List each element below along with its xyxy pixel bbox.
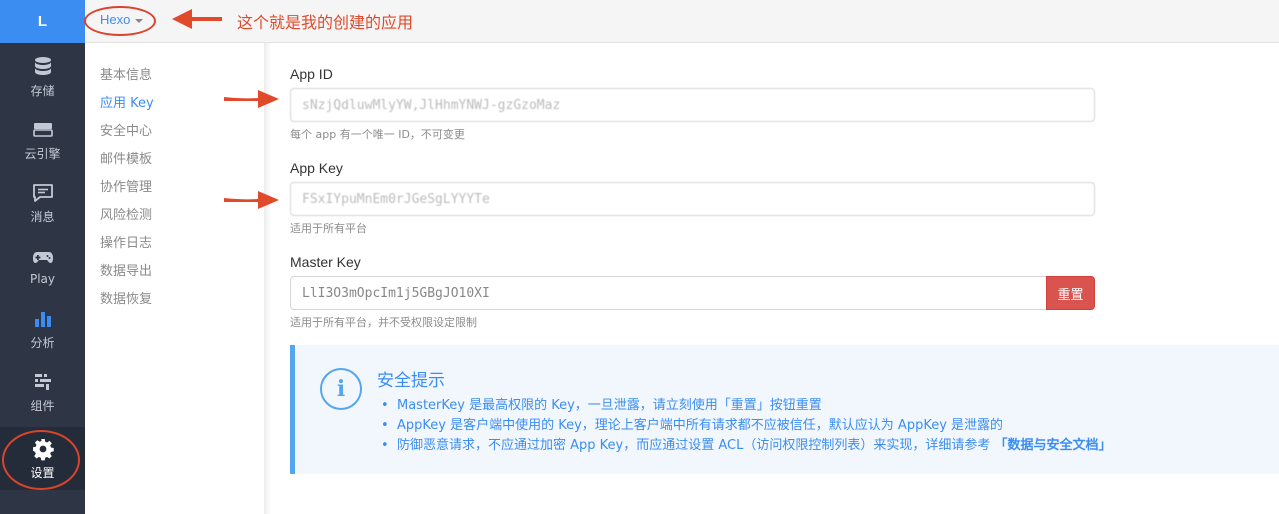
nav-label: 云引擎 (24, 146, 61, 161)
subnav-item-email-templates[interactable]: 邮件模板 (100, 148, 152, 167)
nav-label: Play (29, 272, 56, 286)
app-root: L 存储 云引擎 消息 Play 分析 组件 设置 Hexo 基本信息 应用 K… (0, 0, 1279, 514)
annotation-ellipse-settings (2, 430, 80, 490)
tip-title: 安全提示 (377, 371, 445, 391)
security-doc-link[interactable]: 「数据与安全文档」 (994, 438, 1111, 453)
nav-engine[interactable]: 云引擎 (0, 108, 85, 171)
annotation-arrow-icon (172, 9, 222, 29)
bar-chart-icon (34, 311, 51, 327)
tip-item: 防御恶意请求，不应通过加密 App Key，而应通过设置 ACL（访问权限控制列… (381, 436, 1112, 456)
database-icon (34, 56, 51, 75)
subnav-item-data-restore[interactable]: 数据恢复 (100, 288, 152, 307)
subnav-item-app-key[interactable]: 应用 Key (100, 92, 154, 111)
nav-analytics[interactable]: 分析 (0, 297, 85, 360)
app-key-help: 适用于所有平台 (290, 222, 367, 235)
settings-subnav: 基本信息 应用 Key 安全中心 邮件模板 协作管理 风险检测 操作日志 数据导… (85, 43, 265, 514)
nav-storage[interactable]: 存储 (0, 45, 85, 108)
user-avatar[interactable]: L (0, 0, 85, 43)
nav-label: 消息 (30, 209, 55, 224)
master-key-help: 适用于所有平台，并不受权限设定限制 (290, 316, 477, 329)
nav-label: 存储 (30, 83, 55, 98)
nav-label: 组件 (30, 398, 55, 413)
app-id-field[interactable]: sNzjQdluwMlyYW,JlHhmYNWJ-gzGzoMaz (290, 88, 1095, 122)
annotation-text: 这个就是我的创建的应用 (237, 13, 414, 32)
app-id-help: 每个 app 有一个唯一 ID，不可变更 (290, 128, 465, 141)
subnav-item-basic-info[interactable]: 基本信息 (100, 64, 152, 83)
info-icon: i (320, 368, 362, 410)
tip-item-text: 防御恶意请求，不应通过加密 App Key，而应通过设置 ACL（访问权限控制列… (397, 438, 995, 453)
reset-master-key-button[interactable]: 重置 (1046, 276, 1095, 310)
nav-play[interactable]: Play (0, 234, 85, 297)
subnav-item-risk-detection[interactable]: 风险检测 (100, 204, 152, 223)
nav-messages[interactable]: 消息 (0, 171, 85, 234)
security-tip-box: i 安全提示 MasterKey 是最高权限的 Key，一旦泄露，请立刻使用「重… (290, 345, 1279, 474)
subnav-item-operation-log[interactable]: 操作日志 (100, 232, 152, 251)
subnav-item-data-export[interactable]: 数据导出 (100, 260, 152, 279)
tip-item: AppKey 是客户端中使用的 Key，理论上客户端中所有请求都不应被信任，默认… (381, 416, 1112, 436)
nav-label: 分析 (30, 335, 55, 350)
annotation-arrow-icon (224, 191, 279, 209)
app-key-label: App Key (290, 160, 343, 176)
tip-list: MasterKey 是最高权限的 Key，一旦泄露，请立刻使用「重置」按钮重置 … (381, 396, 1112, 456)
annotation-arrow-icon (224, 90, 279, 108)
components-icon (34, 373, 51, 390)
gamepad-icon (32, 252, 53, 263)
master-key-field[interactable]: LlI3O3mOpcIm1j5GBgJO10XI (290, 276, 1047, 310)
app-key-field[interactable]: FSxIYpuMnEm0rJGeSgLYYYTe (290, 182, 1095, 216)
message-icon (32, 183, 53, 202)
subnav-item-collaboration[interactable]: 协作管理 (100, 176, 152, 195)
subnav-item-security[interactable]: 安全中心 (100, 120, 152, 139)
nav-components[interactable]: 组件 (0, 360, 85, 423)
annotation-ellipse-app (84, 6, 156, 36)
master-key-label: Master Key (290, 254, 361, 270)
tip-item: MasterKey 是最高权限的 Key，一旦泄露，请立刻使用「重置」按钮重置 (381, 396, 1112, 416)
app-key-panel: App ID sNzjQdluwMlyYW,JlHhmYNWJ-gzGzoMaz… (271, 43, 1279, 514)
server-icon (32, 122, 53, 137)
app-id-label: App ID (290, 66, 333, 82)
